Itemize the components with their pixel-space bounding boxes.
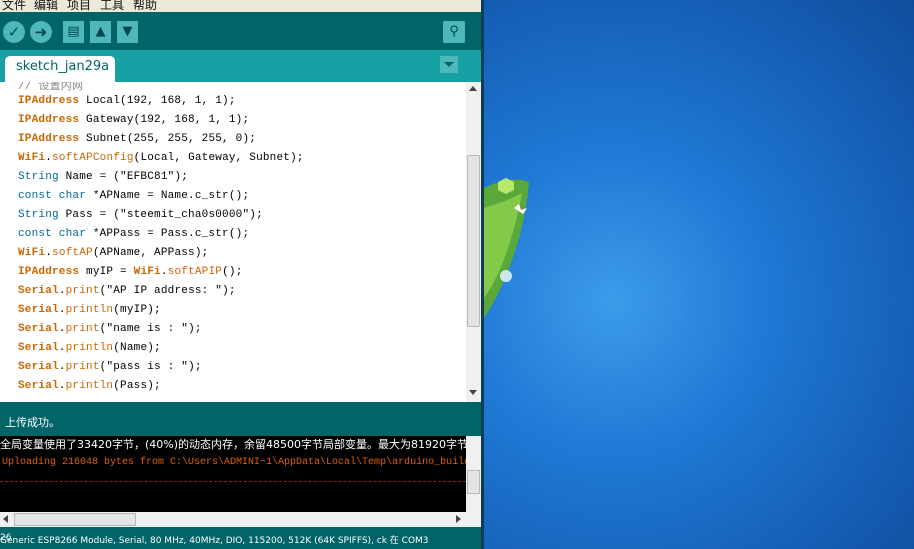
status-message: 上传成功。 xyxy=(5,416,60,429)
code-line: WiFi.softAPConfig(Local, Gateway, Subnet… xyxy=(18,152,304,164)
console-horizontal-thumb[interactable] xyxy=(14,513,136,526)
chevron-down-icon xyxy=(444,62,454,67)
code-line: WiFi.softAP(APName, APPass); xyxy=(18,247,209,259)
menu-help[interactable]: 帮助 xyxy=(133,0,157,12)
tab-menu-button[interactable] xyxy=(440,56,458,73)
serial-monitor-button[interactable]: ⚲ xyxy=(443,21,465,43)
console-scrollbar-thumb[interactable] xyxy=(467,470,480,494)
code-line: IPAddress Local(192, 168, 1, 1); xyxy=(18,95,236,107)
editor-scrollbar-thumb[interactable] xyxy=(467,155,480,327)
code-line: IPAddress myIP = WiFi.softAPIP(); xyxy=(18,266,243,278)
code-editor[interactable]: // 设置内网 IPAddress Local(192, 168, 1, 1);… xyxy=(0,82,466,402)
save-button[interactable]: ▼ xyxy=(117,21,138,43)
board-info: Generic ESP8266 Module, Serial, 80 MHz, … xyxy=(0,536,429,546)
wallpaper-leaf-graphic xyxy=(484,178,529,318)
new-sketch-button[interactable]: ▤ xyxy=(63,21,84,43)
scroll-up-icon[interactable] xyxy=(469,86,477,91)
code-line: Serial.print("AP IP address: "); xyxy=(18,285,236,297)
code-line: Serial.println(myIP); xyxy=(18,304,161,316)
code-line-comment: // 设置内网 xyxy=(18,82,84,93)
code-line: IPAddress Subnet(255, 255, 255, 0); xyxy=(18,133,257,145)
code-line: const char *APPass = Pass.c_str(); xyxy=(18,228,250,240)
open-button[interactable]: ▲ xyxy=(90,21,111,43)
menu-edit[interactable]: 编辑 xyxy=(34,0,58,12)
menu-tools[interactable]: 工具 xyxy=(100,0,124,12)
console-line: Uploading 216048 bytes from C:\Users\ADM… xyxy=(2,457,466,468)
status-area xyxy=(0,402,481,436)
console-divider xyxy=(0,481,466,482)
menu-bar: 文件 编辑 项目 工具 帮助 xyxy=(0,0,481,12)
menu-file[interactable]: 文件 xyxy=(2,0,26,12)
scroll-right-icon[interactable] xyxy=(456,515,461,523)
tab-sketch[interactable]: sketch_jan29a § xyxy=(5,56,115,96)
upload-button[interactable]: ➜ xyxy=(30,21,52,43)
code-line: Serial.println(Name); xyxy=(18,342,161,354)
window-edge xyxy=(481,0,484,549)
menu-sketch[interactable]: 项目 xyxy=(67,0,91,12)
code-line: Serial.print("pass is : "); xyxy=(18,361,202,373)
code-line: const char *APName = Name.c_str(); xyxy=(18,190,250,202)
desktop-background xyxy=(484,0,914,549)
code-line: Serial.print("name is : "); xyxy=(18,323,202,335)
console-output: 全局变量使用了33420字节，(40%)的动态内存，余留48500字节局部变量。… xyxy=(0,436,466,512)
scroll-down-icon[interactable] xyxy=(469,390,477,395)
console-line: 全局变量使用了33420字节，(40%)的动态内存，余留48500字节局部变量。… xyxy=(0,438,466,451)
code-line: String Pass = ("steemit_cha0s0000"); xyxy=(18,209,263,221)
scrollbar-corner xyxy=(466,512,481,527)
code-line: Serial.println(Pass); xyxy=(18,380,161,392)
verify-button[interactable]: ✓ xyxy=(3,21,25,43)
code-line: IPAddress Gateway(192, 168, 1, 1); xyxy=(18,114,250,126)
code-line: String Name = ("EFBC81"); xyxy=(18,171,189,183)
scroll-left-icon[interactable] xyxy=(3,515,8,523)
